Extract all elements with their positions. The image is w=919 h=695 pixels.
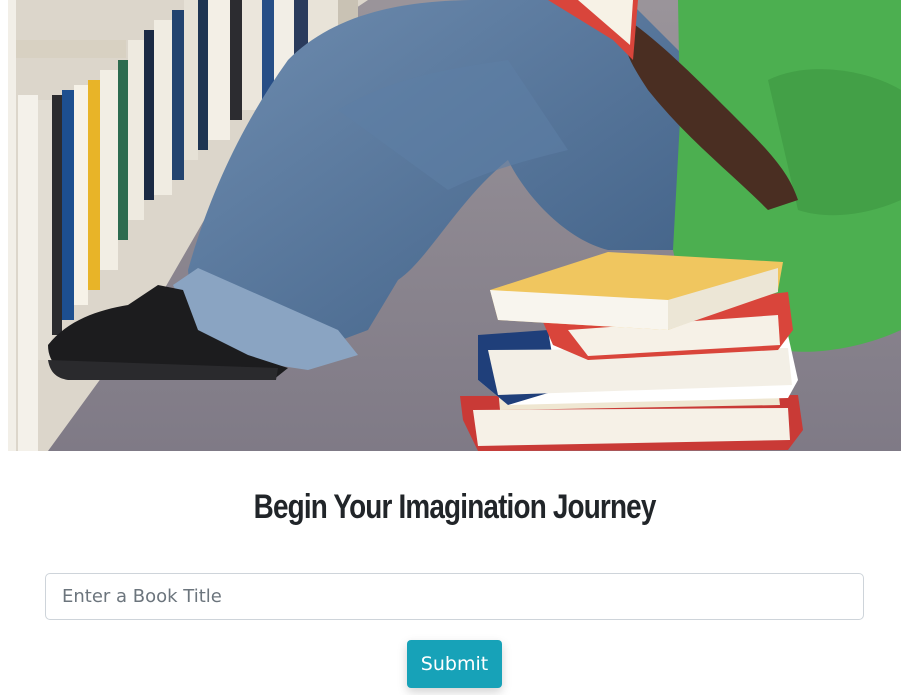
submit-button[interactable]: Submit <box>407 640 502 688</box>
student-reading-photo <box>8 0 901 451</box>
page-title: Begin Your Imagination Journey <box>253 488 657 526</box>
book-title-input[interactable] <box>45 573 864 620</box>
hero-image <box>8 0 901 451</box>
